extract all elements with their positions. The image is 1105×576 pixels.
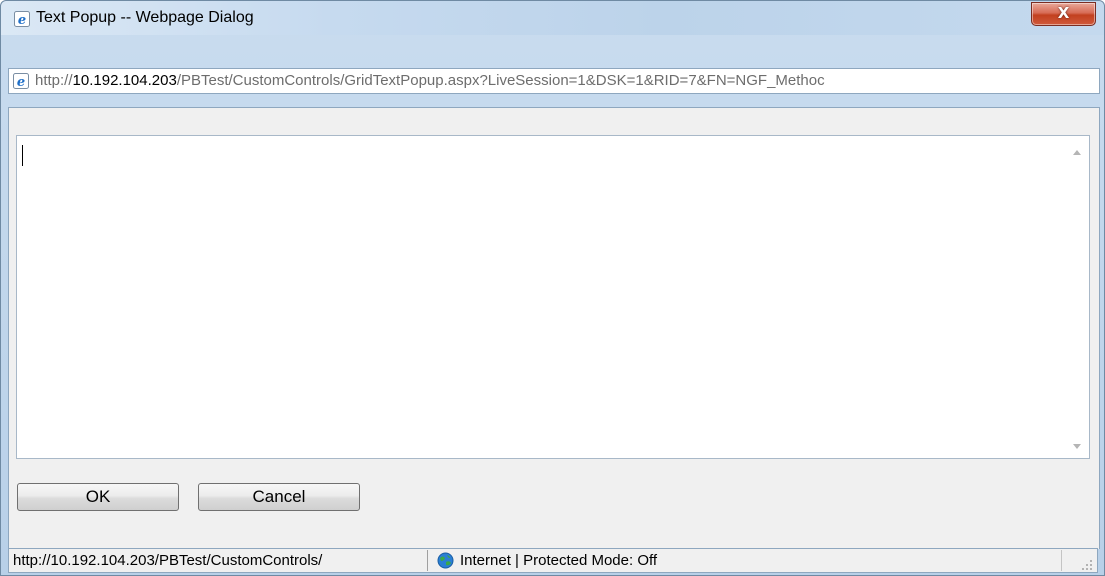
- scroll-up-icon[interactable]: [1073, 150, 1081, 155]
- ie-icon: e: [14, 11, 30, 27]
- vertical-scrollbar[interactable]: [1064, 136, 1089, 458]
- dialog-content: OK Cancel: [8, 107, 1100, 549]
- title-bar[interactable]: e Text Popup -- Webpage Dialog X: [1, 1, 1104, 35]
- resize-grip-icon[interactable]: [1081, 559, 1093, 571]
- svg-text:e: e: [17, 75, 25, 89]
- svg-text:e: e: [18, 13, 26, 27]
- status-bar: http://10.192.104.203/PBTest/CustomContr…: [8, 548, 1098, 573]
- address-host: 10.192.104.203: [72, 72, 177, 89]
- address-path: /PBTest/CustomControls/GridTextPopup.asp…: [176, 72, 825, 89]
- address-bar: e http://10.192.104.203/PBTest/CustomCon…: [8, 68, 1100, 94]
- address-url: http://10.192.104.203/PBTest/CustomContr…: [35, 72, 1093, 89]
- security-zone[interactable]: Internet | Protected Mode: Off: [460, 552, 657, 569]
- dialog-window: e Text Popup -- Webpage Dialog X e http:…: [0, 0, 1105, 576]
- window-title: Text Popup -- Webpage Dialog: [36, 9, 254, 26]
- address-scheme-host: http://: [35, 72, 73, 89]
- text-input-area[interactable]: [16, 135, 1090, 459]
- close-button[interactable]: X: [1031, 2, 1096, 26]
- ie-icon: e: [13, 73, 29, 89]
- text-caret: [22, 145, 23, 166]
- globe-icon: [437, 552, 454, 569]
- close-icon: X: [1057, 4, 1070, 22]
- cancel-button[interactable]: Cancel: [198, 483, 360, 511]
- status-url: http://10.192.104.203/PBTest/CustomContr…: [13, 552, 323, 569]
- status-divider-right: [1061, 550, 1062, 571]
- scroll-down-icon[interactable]: [1073, 444, 1081, 449]
- status-divider: [427, 550, 428, 571]
- ok-button[interactable]: OK: [17, 483, 179, 511]
